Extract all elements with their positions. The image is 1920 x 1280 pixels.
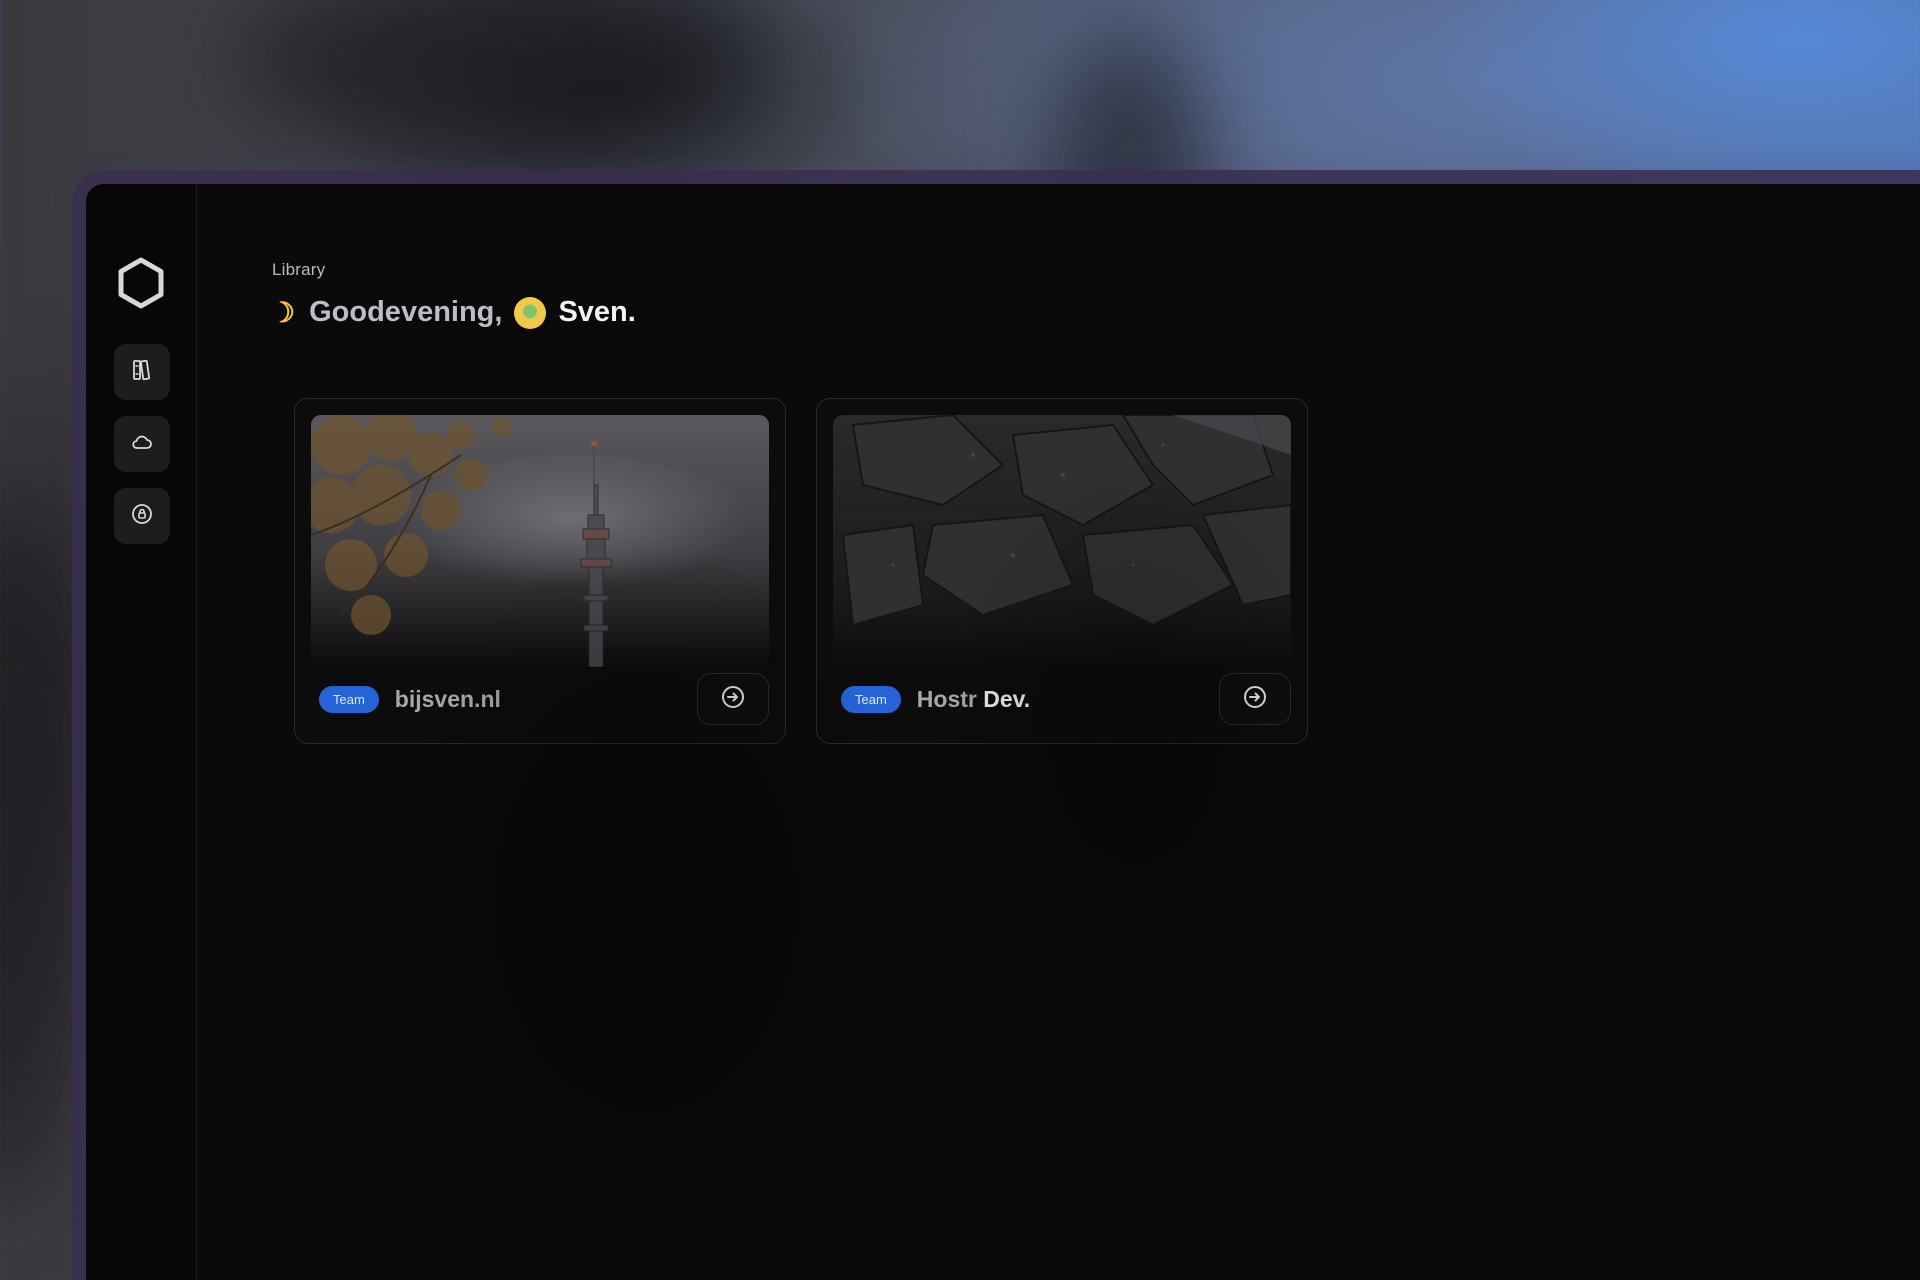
- avatar: [514, 296, 547, 329]
- open-project-button[interactable]: [1219, 673, 1291, 725]
- foggy-tower-photo: [311, 415, 769, 667]
- sidebar-item-library[interactable]: [114, 344, 170, 400]
- sidebar-item-cloud[interactable]: [114, 416, 170, 472]
- project-card[interactable]: Team Hostr Dev.: [816, 398, 1308, 744]
- cloud-icon: [130, 430, 154, 459]
- status-badge: Team: [841, 685, 901, 713]
- open-project-button[interactable]: [697, 673, 769, 725]
- sidebar: [86, 184, 197, 1280]
- card-footer: Team Hostr Dev.: [841, 673, 1291, 725]
- moon-icon: ☽: [270, 297, 296, 328]
- main-content: Library ☽ Goodevening, Sven. Team bijsve…: [196, 184, 1920, 1280]
- dark-rock-photo: [833, 415, 1291, 667]
- project-title[interactable]: Hostr Dev.: [917, 686, 1219, 713]
- sidebar-item-vault[interactable]: [114, 488, 170, 544]
- wallpaper-shadow: [0, 500, 80, 1200]
- books-icon: [130, 358, 154, 387]
- hexagon-logo-icon[interactable]: [114, 256, 168, 310]
- user-name: Sven.: [558, 296, 636, 328]
- lock-circle-icon: [130, 502, 154, 531]
- project-card[interactable]: Team bijsven.nl: [294, 398, 786, 744]
- card-footer: Team bijsven.nl: [319, 673, 769, 725]
- page-title: ☽ Goodevening, Sven.: [270, 296, 636, 329]
- arrow-right-circle-icon: [1242, 684, 1268, 715]
- status-badge: Team: [319, 685, 379, 713]
- project-title[interactable]: bijsven.nl: [395, 686, 697, 713]
- greeting-text: Goodevening,: [309, 296, 503, 328]
- project-title-main: Hostr: [916, 685, 984, 712]
- app-window: Library ☽ Goodevening, Sven. Team bijsve…: [86, 184, 1920, 1280]
- breadcrumb[interactable]: Library: [272, 260, 325, 280]
- project-title-accent: Dev.: [983, 685, 1031, 712]
- wallpaper-shadow: [240, 0, 760, 160]
- arrow-right-circle-icon: [720, 684, 746, 715]
- project-title-main: bijsven.nl: [394, 685, 501, 712]
